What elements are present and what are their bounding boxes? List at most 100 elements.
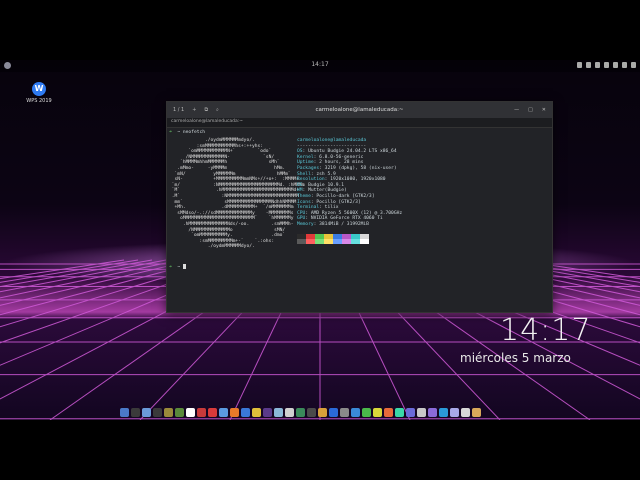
prompt-line: ➜ ~ neofetch [169,130,205,136]
terminal-window: 1 / 1 + ⧉ ⌕ carmeloalone@lamaleducada:~ … [166,101,553,313]
info-key: Shell [297,171,311,177]
wps-icon: W [32,82,46,96]
dock-app-icon[interactable] [406,407,415,417]
dock-app-icon[interactable] [384,407,393,417]
info-value: : NVIDIA GeForce RTX 4060 Ti [305,216,383,222]
prompt-dir: ~ [177,265,181,270]
color-swatch [306,238,315,244]
ubuntu-ascii-logo: ./oydmMMMMMMmdyo/. :smMMMMMMMMMMMhs+:++y… [171,138,305,250]
dock-app-icon[interactable] [274,407,283,417]
dock-app-icon[interactable] [285,407,294,417]
dock-app-icon[interactable] [439,407,448,417]
info-value: : Pocillo [GTK2/3] [310,199,361,205]
dock-app-icon[interactable] [230,407,239,417]
info-key: Resolution [297,177,325,183]
info-value: : Mutter(Budgie) [302,188,347,194]
info-value: : AMD Ryzen 5 5600X (12) @ 3.700GHz [305,210,403,216]
grid-line [0,259,153,288]
dock-app-icon[interactable] [395,407,404,417]
dock-app-icon[interactable] [296,407,305,417]
dock-app-icon[interactable] [450,407,459,417]
desktop-icon-label: WPS 2019 [26,98,52,104]
info-key: Uptime [297,160,314,166]
dock-app-icon[interactable] [252,407,261,417]
color-swatch [351,238,360,244]
info-value: : 1920x1080, 1920x1080 [324,177,386,183]
session-tab[interactable]: carmeloalone@lamaleducada:~ [171,119,243,124]
system-info: carmeloalone@lamaleducada --------------… [297,138,402,244]
info-key: Memory [297,221,314,227]
info-row: Memory: 3814MiB / 31992MiB [297,222,402,228]
color-swatch [297,238,306,244]
minimize-button[interactable]: — [514,107,519,113]
grid-line [0,259,125,280]
tray-icon[interactable] [586,62,591,68]
command-text: neofetch [182,130,206,135]
info-value: : zsh 5.9 [310,171,336,177]
tray-icon[interactable] [631,62,636,68]
text-cursor [182,264,186,269]
dock-app-icon[interactable] [175,407,184,417]
dock-app-icon[interactable] [263,407,272,417]
session-tabbar: carmeloalone@lamaleducada:~ [167,118,552,128]
info-value: : Ubuntu Budgie 24.04.2 LTS x86_64 [302,149,397,155]
dock-app-icon[interactable] [318,407,327,417]
dock-app-icon[interactable] [472,407,481,417]
tray-icon[interactable] [595,62,600,68]
dock-app-icon[interactable] [340,407,349,417]
dock-app-icon[interactable] [362,407,371,417]
dock-app-icon[interactable] [307,407,316,417]
dock [120,405,481,419]
prompt-line-2: ➜ ~ [169,264,186,271]
dock-app-icon[interactable] [417,407,426,417]
dock-app-icon[interactable] [219,407,228,417]
dock-app-icon[interactable] [241,407,250,417]
prompt-arrow: ➜ [169,130,172,135]
desktop-icon-wps[interactable]: W WPS 2019 [26,82,52,104]
tray-icon[interactable] [613,62,618,68]
info-value: : Budgie 10.9.1 [302,182,345,188]
tray-icon[interactable] [577,62,582,68]
desktop-clock-time: 14:17 [500,313,592,348]
dock-app-icon[interactable] [461,407,470,417]
dock-app-icon[interactable] [153,407,162,417]
info-value: : 2 hours, 28 mins [313,160,364,166]
info-value: : 3814MiB / 31992MiB [313,221,369,227]
panel-clock[interactable]: 14:17 [0,61,640,68]
dock-app-icon[interactable] [120,407,129,417]
window-titlebar[interactable]: 1 / 1 + ⧉ ⌕ carmeloalone@lamaleducada:~ … [167,102,552,118]
info-value: : Pocillo-dark [GTK2/3] [310,193,375,199]
dock-app-icon[interactable] [142,407,151,417]
color-swatch [342,238,351,244]
color-swatch [315,238,324,244]
info-key: Theme [297,193,311,199]
top-panel: 14:17 [0,60,640,72]
prompt-dir: ~ [177,130,181,135]
dock-app-icon[interactable] [329,407,338,417]
system-tray [577,62,636,68]
color-swatch [360,238,369,244]
tray-icon[interactable] [622,62,627,68]
dock-app-icon[interactable] [208,407,217,417]
dock-app-icon[interactable] [373,407,382,417]
color-swatch [333,238,342,244]
desktop-clock-date: miércoles 5 marzo [460,351,571,365]
terminal-output[interactable]: ➜ ~ neofetch ./oydmMMMMMMmdyo/. :smMMMMM… [167,128,552,312]
dock-app-icon[interactable] [186,407,195,417]
color-swatches-bright [297,238,402,244]
info-key: Icons [297,199,311,205]
info-key: Packages [297,165,320,171]
dock-app-icon[interactable] [428,407,437,417]
dock-app-icon[interactable] [351,407,360,417]
color-swatch [324,238,333,244]
maximize-button[interactable]: □ [528,107,533,113]
tray-icon[interactable] [604,62,609,68]
grid-line [0,259,195,306]
info-value: : 3219 (dpkg), 58 (nix-user) [319,165,397,171]
info-key: Terminal [297,205,320,211]
dock-app-icon[interactable] [131,407,140,417]
dock-app-icon[interactable] [197,407,206,417]
dock-app-icon[interactable] [164,407,173,417]
close-button[interactable]: ✕ [542,107,546,113]
window-title: carmeloalone@lamaleducada:~ [315,107,404,113]
